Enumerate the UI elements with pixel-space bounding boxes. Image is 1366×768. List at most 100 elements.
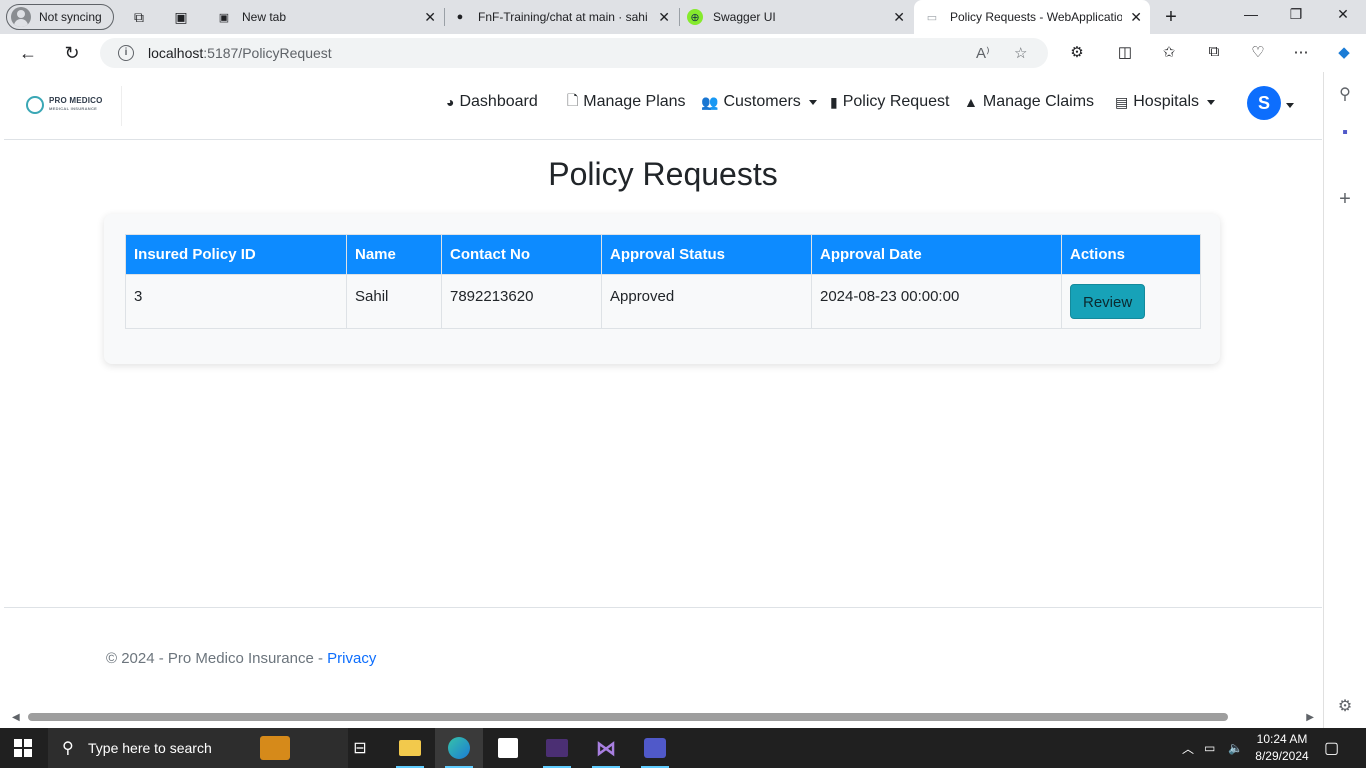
site-info-icon[interactable]: i [118,45,134,61]
document-icon: ▮ [830,93,838,110]
scroll-left-icon[interactable]: ◀ [12,712,20,723]
github-icon: ● [456,11,464,23]
minimize-icon[interactable]: — [1241,6,1261,22]
new-tab-icon[interactable]: + [1162,6,1180,28]
search-icon[interactable]: ⚲ [1335,84,1355,104]
restore-icon[interactable]: ❐ [1286,6,1306,23]
network-icon[interactable]: ▭ [1204,728,1215,768]
policy-requests-table: Insured Policy ID Name Contact No Approv… [125,234,1201,329]
cell-name: Sahil [346,274,442,329]
footer-copyright: © 2024 - Pro Medico Insurance - [106,650,328,667]
horizontal-scrollbar[interactable]: ◀ ▶ [4,708,1322,728]
chevron-down-icon [1207,99,1216,105]
briefcase-icon [260,736,290,760]
nav-hospitals[interactable]: ▤ Hospitals [1115,90,1216,114]
review-button[interactable]: Review [1070,284,1146,319]
back-icon[interactable]: ← [17,42,39,64]
search-icon: ⚲ [62,740,74,757]
profile-button[interactable]: Not syncing [6,4,114,30]
newtab-icon: ▣ [218,11,230,24]
page-title: Policy Requests [548,156,778,192]
copilot-icon[interactable]: ◆ [1333,43,1355,61]
col-actions: Actions [1061,234,1201,275]
col-approval-date: Approval Date [811,234,1062,275]
top-navbar: PRO MEDICO MEDICAL INSURANCE ◕ Dashboard … [4,72,1322,140]
cell-status: Approved [601,274,812,329]
window-close-icon[interactable]: ✕ [1333,6,1353,23]
nav-customers[interactable]: 👥 Customers [701,90,817,114]
nav-manage-plans[interactable]: 🗋 Manage Plans [567,90,686,114]
brand-name: PRO MEDICO [49,96,103,105]
browser-essentials-icon[interactable]: ♡ [1247,43,1269,61]
table-header-row: Insured Policy ID Name Contact No Approv… [125,234,1201,275]
task-view-icon[interactable]: ⊟ [336,728,384,768]
favorites-icon[interactable]: ✩ [1158,43,1180,61]
cell-contact: 7892213620 [441,274,602,329]
close-icon[interactable]: ✕ [424,9,436,26]
privacy-link[interactable]: Privacy [327,650,376,667]
tab-actions-icon[interactable]: ▣ [172,8,190,26]
add-icon[interactable]: + [1335,188,1355,210]
refresh-icon[interactable]: ↻ [61,42,83,64]
file-explorer-icon[interactable] [386,728,434,768]
nav-manage-claims[interactable]: ▲ Manage Claims [964,90,1094,114]
clock-time: 10:24 AM [1256,732,1308,746]
table-row: 3 Sahil 7892213620 Approved 2024-08-23 0… [125,274,1201,329]
windows-taskbar: ⚲ Type here to search ⊟ ⋈ ︿ ▭ 🔈 10:24 AM… [0,728,1366,768]
edge-icon[interactable] [435,728,483,768]
nav-policy-request[interactable]: ▮ Policy Request [830,90,949,114]
scroll-right-icon[interactable]: ▶ [1306,712,1314,723]
users-icon: 👥 [701,93,719,110]
col-approval-status: Approval Status [601,234,812,275]
show-hidden-icons[interactable]: ︿ [1182,728,1194,768]
more-menu-icon[interactable]: ⋯ [1290,43,1312,61]
split-screen-icon[interactable]: ◫ [1114,43,1136,61]
settings-gear-icon[interactable]: ⚙ [1335,696,1355,716]
chevron-down-icon [808,99,817,105]
visual-studio-icon[interactable]: ⋈ [582,728,630,768]
favorite-star-icon[interactable]: ☆ [1014,44,1027,62]
address-bar[interactable]: i localhost:5187/PolicyRequest A⁾ ☆ [100,38,1048,68]
close-icon[interactable]: ✕ [658,9,670,26]
close-icon[interactable]: ✕ [893,9,905,26]
user-avatar[interactable]: S [1247,86,1281,120]
profile-avatar-icon [11,7,31,27]
web-page: PRO MEDICO MEDICAL INSURANCE ◕ Dashboard … [4,72,1322,708]
volume-icon[interactable]: 🔈 [1228,728,1243,768]
clock-date: 8/29/2024 [1255,749,1309,763]
cell-policy-id: 3 [125,274,347,329]
tab-swagger[interactable]: ⊕ Swagger UI ✕ [677,0,913,34]
collections-icon[interactable]: ⧉ [1203,43,1225,60]
notifications-icon[interactable]: ▢ [1324,728,1339,768]
file-icon: 🗋 [567,92,579,108]
tab-github[interactable]: ● FnF-Training/chat at main · sahil5 ✕ [442,0,678,34]
nav-dashboard[interactable]: ◕ Dashboard [446,90,538,114]
terminal-icon[interactable] [533,728,581,768]
teams-icon[interactable]: ▪ [1335,124,1355,144]
footer: © 2024 - Pro Medico Insurance - Privacy [106,650,376,667]
profile-label: Not syncing [39,10,102,24]
scrollbar-thumb[interactable] [28,713,1228,721]
brand-divider [121,86,122,126]
taskbar-clock[interactable]: 10:24 AM 8/29/2024 [1250,731,1314,765]
taskbar-search[interactable]: ⚲ Type here to search [48,728,348,768]
brand-logo[interactable]: PRO MEDICO MEDICAL INSURANCE [26,96,103,114]
close-icon[interactable]: ✕ [1130,9,1142,26]
browser-tab-strip: Not syncing ⧉ ▣ ▣ New tab ✕ ● FnF-Traini… [0,0,1366,34]
store-icon[interactable] [484,728,532,768]
windows-start-icon[interactable] [14,739,32,757]
url-text[interactable]: localhost:5187/PolicyRequest [148,45,332,61]
tab-policy-requests[interactable]: ▭ Policy Requests - WebApplication ✕ [914,0,1150,34]
footer-divider [4,607,1322,608]
hospital-icon: ▤ [1115,93,1129,110]
col-contact-no: Contact No [441,234,602,275]
user-menu-chevron-icon[interactable] [1286,103,1294,108]
workspaces-icon[interactable]: ⧉ [130,8,148,26]
cell-actions: Review [1061,274,1201,329]
edge-sidebar: ⚲ ▪ + ⚙ [1323,72,1366,728]
extensions-icon[interactable]: ⚙ [1066,43,1088,61]
teams-icon[interactable] [631,728,679,768]
logo-icon [26,96,44,114]
tab-new-tab[interactable]: ▣ New tab ✕ [206,0,444,34]
read-aloud-icon[interactable]: A⁾ [976,44,990,62]
